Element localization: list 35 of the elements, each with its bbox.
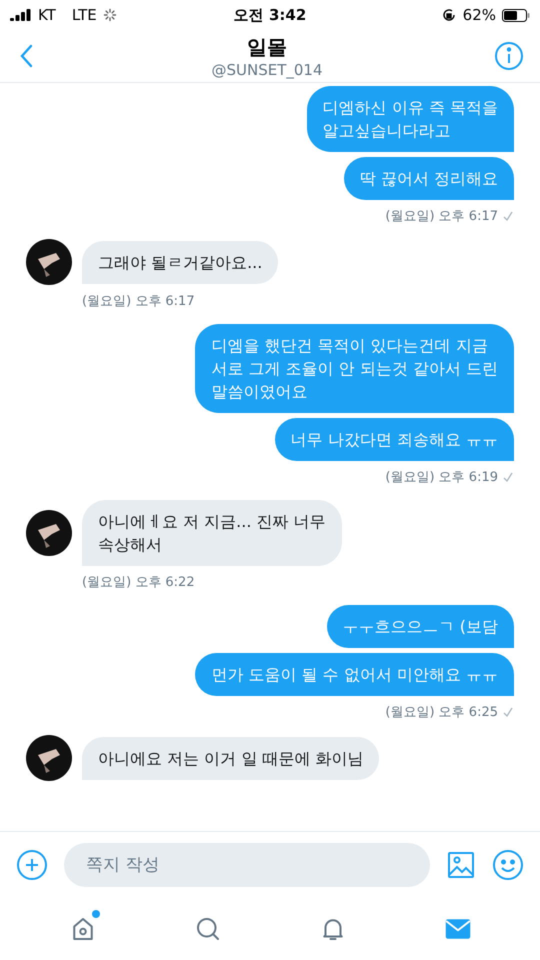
message-bubble: 먼가 도움이 될 수 없어서 미안해요 ㅠㅠ <box>195 653 514 696</box>
message-bubble: 디엠하신 이유 즉 목적을 알고싶습니다라고 <box>306 86 514 152</box>
message-input[interactable]: 쪽지 작성 <box>64 843 430 887</box>
message-timestamp: (월요일) 오후 6:17 <box>385 208 498 225</box>
clock: 오전 3:42 <box>234 6 306 24</box>
check-icon <box>502 706 514 718</box>
emoji-icon[interactable] <box>492 849 524 881</box>
check-icon <box>502 210 514 222</box>
image-icon[interactable] <box>446 850 476 880</box>
conversation-title: 일몰 <box>247 34 287 60</box>
signal-icon <box>10 9 32 21</box>
message-bubble: 딱 끊어서 정리해요 <box>344 157 514 200</box>
message-timestamp: (월요일) 오후 6:22 <box>82 574 195 591</box>
avatar <box>26 510 72 556</box>
check-icon <box>502 471 514 483</box>
avatar <box>26 239 72 285</box>
message-timestamp: (월요일) 오후 6:17 <box>82 293 195 310</box>
message-bubble: 너무 나갔다면 죄송해요 ㅠㅠ <box>274 418 514 461</box>
avatar <box>26 735 72 781</box>
message-bubble: ㅜㅜ흐으으ㅡㄱ (보담 <box>326 605 514 648</box>
message-bubble: 그래야 될ㄹ거같아요... <box>82 240 278 284</box>
message-bubble: 아니에ㅔ요 저 지금... 진짜 너무 속상해서 <box>82 500 342 566</box>
loading-icon <box>102 8 117 22</box>
carrier-label: KT <box>38 6 56 24</box>
network-label: LTE <box>72 6 97 24</box>
battery-percent: 62% <box>462 6 496 24</box>
message-bubble: 아니에요 저는 이거 일 때문에 화이님 <box>82 736 380 780</box>
message-bubble: 디엠을 했단건 목적이 있다는건데 지금 서로 그게 조율이 안 되는것 같아서 드린 말씀이였어요 <box>195 324 514 413</box>
user-handle: @SUNSET_014 <box>211 60 322 78</box>
message-timestamp: (월요일) 오후 6:19 <box>385 469 498 486</box>
message-timestamp: (월요일) 오후 6:25 <box>385 704 498 721</box>
rotation-lock-icon <box>440 7 457 23</box>
add-icon[interactable] <box>16 849 48 881</box>
info-icon[interactable] <box>494 41 524 71</box>
battery-icon <box>502 8 530 22</box>
